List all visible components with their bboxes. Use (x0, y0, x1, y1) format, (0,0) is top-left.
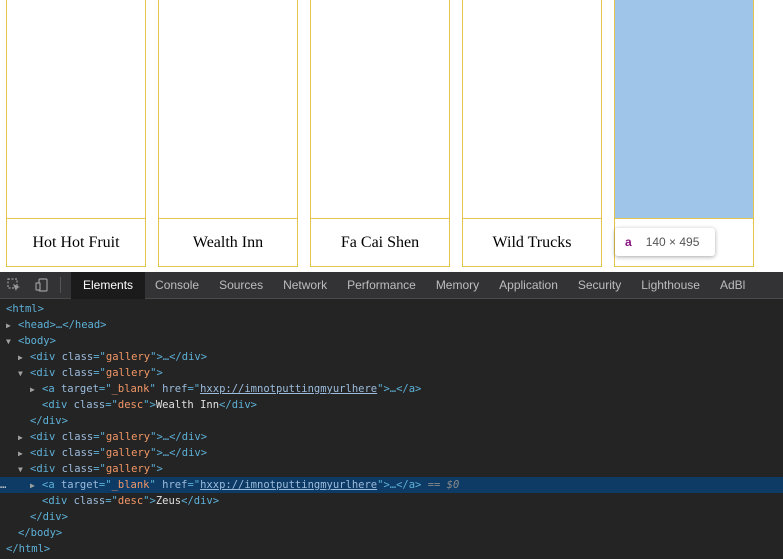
gallery-item[interactable]: Fa Cai Shen (310, 0, 450, 267)
gallery-item-highlighted[interactable] (614, 0, 754, 267)
tab-memory[interactable]: Memory (426, 272, 489, 299)
collapse-arrow-icon[interactable]: ▼ (6, 334, 18, 350)
device-toolbar-icon[interactable] (28, 272, 56, 299)
inspected-anchor-highlight[interactable] (615, 0, 753, 219)
gallery-desc: Hot Hot Fruit (32, 234, 120, 251)
selected-node-marker: == $0 (427, 479, 460, 491)
tree-node-gallery[interactable]: ▼ <div class="gallery"> (0, 461, 783, 477)
tree-node-body[interactable]: ▼ <body> (0, 333, 783, 349)
tree-node-anchor-selected[interactable]: … ▶ <a target="_blank" href="hxxp://imnot… (0, 477, 783, 493)
inspect-element-icon[interactable] (0, 272, 28, 299)
gallery-item[interactable]: Wild Trucks (462, 0, 602, 267)
more-dots-icon[interactable]: … (0, 477, 6, 493)
tree-node-head[interactable]: ▶ <head>…</head> (0, 317, 783, 333)
gallery-image[interactable] (311, 0, 449, 219)
tab-performance[interactable]: Performance (337, 272, 426, 299)
tree-node-close[interactable]: </div> (0, 509, 783, 525)
expand-arrow-icon[interactable]: ▶ (30, 382, 42, 398)
gallery-image[interactable] (159, 0, 297, 219)
tree-node-close[interactable]: </div> (0, 413, 783, 429)
gallery-desc: Wild Trucks (492, 234, 572, 251)
tree-node-desc[interactable]: <div class="desc">Zeus</div> (0, 493, 783, 509)
expand-arrow-icon[interactable]: ▶ (18, 446, 30, 462)
tab-adblock[interactable]: AdBl (710, 272, 755, 299)
gallery-image[interactable] (7, 0, 145, 219)
tree-node-gallery[interactable]: ▶ <div class="gallery">…</div> (0, 349, 783, 365)
tab-elements[interactable]: Elements (71, 272, 146, 299)
tree-node-anchor[interactable]: ▶ <a target="_blank" href="hxxp://imnotpu… (0, 381, 783, 397)
devtools-toolbar: Elements Console Sources Network Perform… (0, 272, 783, 299)
tooltip-tag: a (625, 235, 632, 249)
toolbar-divider (60, 277, 61, 293)
tab-network[interactable]: Network (273, 272, 337, 299)
tree-node-body-close[interactable]: </body> (0, 525, 783, 541)
tab-sources[interactable]: Sources (209, 272, 273, 299)
expand-arrow-icon[interactable]: ▶ (30, 478, 42, 494)
gallery-desc: Fa Cai Shen (340, 234, 420, 251)
tab-application[interactable]: Application (489, 272, 568, 299)
tree-node-desc[interactable]: <div class="desc">Wealth Inn</div> (0, 397, 783, 413)
gallery-image[interactable] (463, 0, 601, 219)
tooltip-dimensions: 140 × 495 (645, 235, 700, 249)
tab-console[interactable]: Console (145, 272, 209, 299)
tree-node-html-close[interactable]: </html> (0, 541, 783, 557)
tree-node-gallery[interactable]: ▶ <div class="gallery">…</div> (0, 445, 783, 461)
elements-tree: <html> ▶ <head>…</head> ▼ <body> ▶ <div cla… (0, 300, 783, 559)
gallery-item[interactable]: Wealth Inn (158, 0, 298, 267)
expand-arrow-icon[interactable]: ▶ (18, 350, 30, 366)
tab-security[interactable]: Security (568, 272, 631, 299)
expand-arrow-icon[interactable]: ▶ (6, 318, 18, 334)
expand-arrow-icon[interactable]: ▶ (18, 430, 30, 446)
tab-lighthouse[interactable]: Lighthouse (631, 272, 710, 299)
gallery-item[interactable]: Hot Hot Fruit (6, 0, 146, 267)
inspect-tooltip: a 140 × 495 (615, 228, 715, 256)
tree-node-html[interactable]: <html> (0, 301, 783, 317)
collapse-arrow-icon[interactable]: ▼ (18, 366, 30, 382)
page-viewport: Hot Hot Fruit Wealth Inn Fa Cai Shen Wil… (0, 0, 783, 272)
devtools-panel: Elements Console Sources Network Perform… (0, 272, 783, 559)
tree-node-gallery[interactable]: ▶ <div class="gallery">…</div> (0, 429, 783, 445)
collapse-arrow-icon[interactable]: ▼ (18, 462, 30, 478)
gallery-desc: Wealth Inn (192, 234, 264, 251)
tree-node-gallery[interactable]: ▼ <div class="gallery"> (0, 365, 783, 381)
